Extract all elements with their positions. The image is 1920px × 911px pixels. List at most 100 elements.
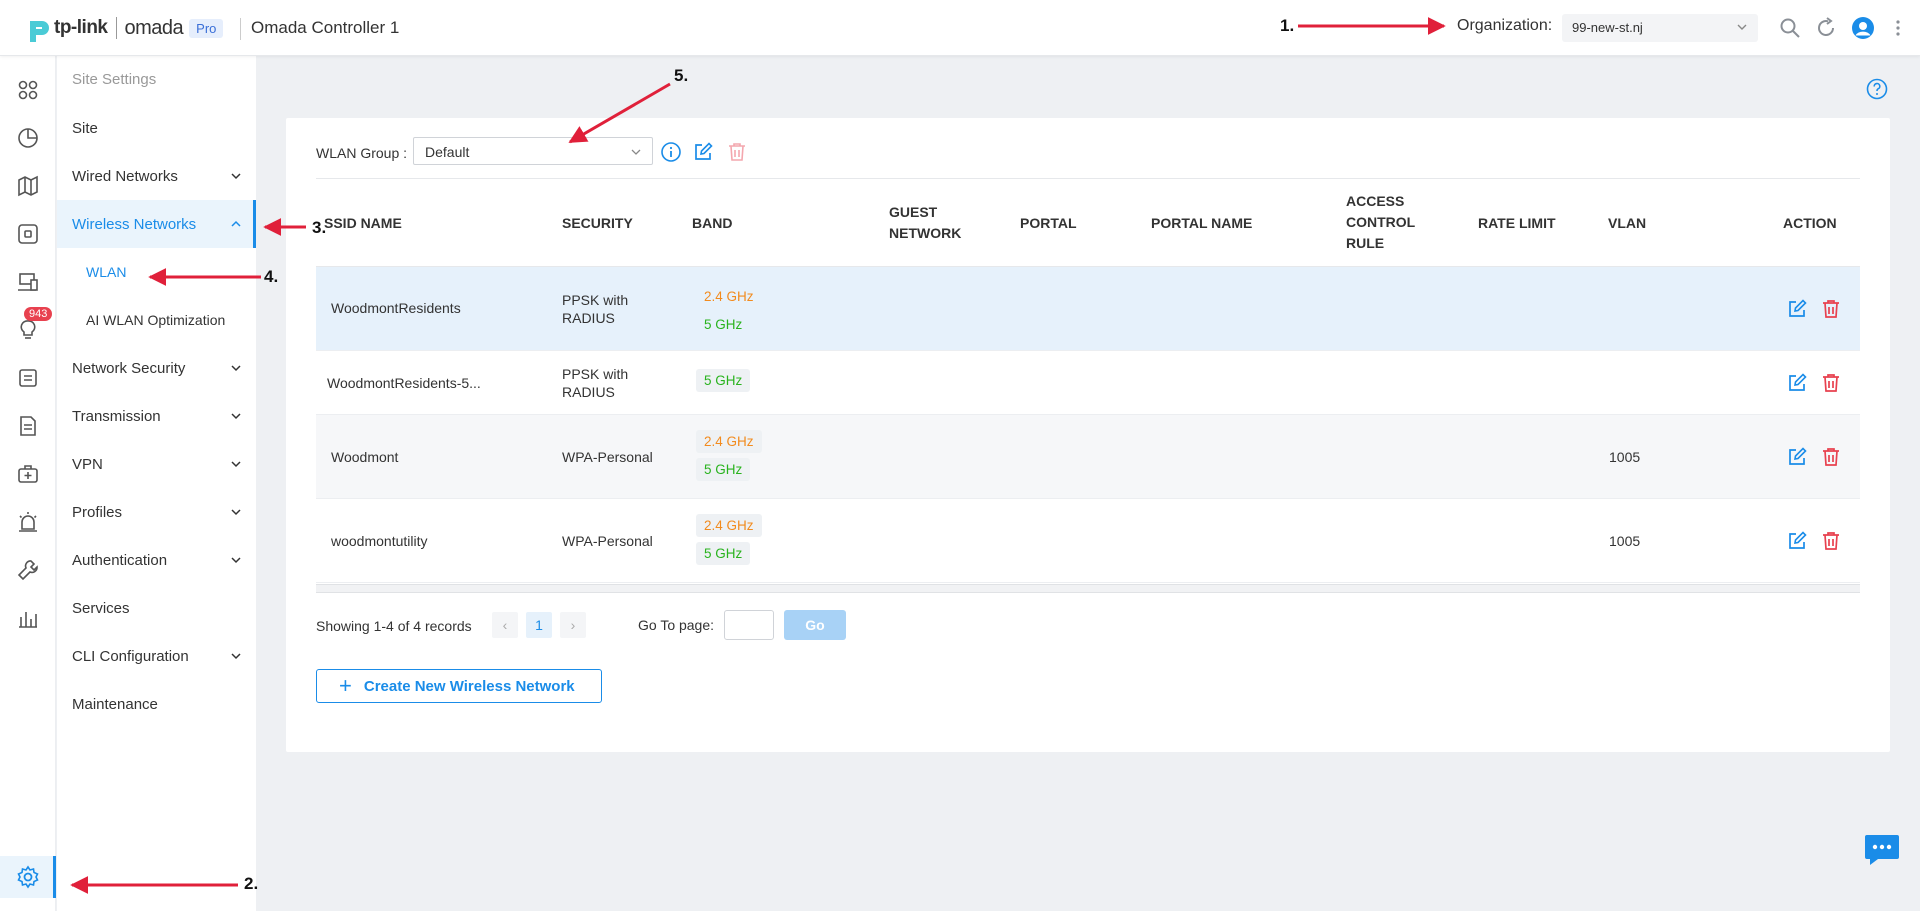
search-icon[interactable]: [1778, 16, 1802, 40]
menu-item-profiles[interactable]: Profiles: [57, 488, 256, 536]
insights-icon[interactable]: [16, 318, 40, 342]
vlan-cell: 1005: [1609, 533, 1641, 549]
delete-icon[interactable]: [1820, 530, 1842, 552]
chat-support-icon[interactable]: [1864, 833, 1900, 867]
col-guest-network[interactable]: GUEST NETWORK: [889, 202, 961, 244]
menu-item-cli-configuration[interactable]: CLI Configuration: [57, 632, 256, 680]
col-rate-limit[interactable]: RATE LIMIT: [1478, 213, 1556, 234]
organization-value: 99-new-st.nj: [1572, 20, 1643, 35]
chevron-down-icon: [231, 557, 241, 564]
edit-icon[interactable]: [1786, 530, 1808, 552]
user-avatar-icon[interactable]: [1851, 16, 1875, 40]
brand-name: tp-link: [54, 17, 108, 38]
header-line: ACCESS: [1346, 193, 1405, 209]
help-icon[interactable]: [1866, 78, 1888, 100]
menu-item-site[interactable]: Site: [57, 104, 256, 152]
col-vlan[interactable]: VLAN: [1608, 213, 1646, 234]
chevron-down-icon: [231, 509, 241, 516]
menu-item-maintenance[interactable]: Maintenance: [57, 680, 256, 728]
header-line: CONTROL: [1346, 214, 1416, 230]
wlan-group-select[interactable]: Default: [413, 137, 653, 165]
band-chip-5ghz: 5 GHz: [696, 542, 751, 565]
goto-page-input[interactable]: [724, 610, 774, 640]
create-wireless-network-button[interactable]: + Create New Wireless Network: [316, 669, 602, 703]
alerts-icon[interactable]: [16, 510, 40, 534]
col-band[interactable]: BAND: [692, 213, 732, 234]
table-row[interactable]: WoodmontResidents PPSK with RADIUS 2.4 GH…: [316, 267, 1860, 351]
next-page-button[interactable]: ›: [560, 612, 586, 638]
menu-item-vpn[interactable]: VPN: [57, 440, 256, 488]
horizontal-scrollbar[interactable]: [316, 584, 1860, 593]
menu-item-label: WLAN: [86, 264, 127, 280]
page-number-button[interactable]: 1: [526, 612, 552, 638]
statistics-icon[interactable]: [16, 126, 40, 150]
edition-badge: Pro: [189, 18, 224, 38]
edit-group-icon[interactable]: [692, 141, 714, 163]
logs-icon[interactable]: [16, 366, 40, 390]
security-line: RADIUS: [562, 384, 615, 400]
tp-link-logo: tp-link omada Pro: [20, 14, 224, 42]
delete-icon[interactable]: [1820, 298, 1842, 320]
security-cell: WPA-Personal: [562, 533, 653, 549]
clients-icon[interactable]: [16, 270, 40, 294]
ssid-cell: WoodmontResidents-5...: [327, 375, 481, 391]
delete-icon[interactable]: [1820, 372, 1842, 394]
menu-item-wired-networks[interactable]: Wired Networks: [57, 152, 256, 200]
menu-item-ai-wlan-optimization[interactable]: AI WLAN Optimization: [57, 296, 256, 344]
ssid-cell: WoodmontResidents: [331, 300, 461, 316]
menu-item-label: Maintenance: [72, 695, 158, 713]
dashboard-icon[interactable]: [16, 78, 40, 102]
table-row[interactable]: Woodmont WPA-Personal 2.4 GHz 5 GHz 1005: [316, 415, 1860, 499]
menu-item-label: Profiles: [72, 503, 123, 521]
delete-icon[interactable]: [1820, 446, 1842, 468]
refresh-icon[interactable]: [1814, 16, 1838, 40]
edit-icon[interactable]: [1786, 372, 1808, 394]
organization-label: Organization:: [1457, 17, 1553, 34]
reports-icon[interactable]: [16, 414, 40, 438]
menu-item-wireless-networks[interactable]: Wireless Networks: [57, 200, 256, 248]
go-button[interactable]: Go: [784, 610, 846, 640]
devices-icon[interactable]: [16, 222, 40, 246]
tools-icon[interactable]: [16, 558, 40, 582]
col-action: ACTION: [1783, 215, 1837, 231]
prev-page-button[interactable]: ‹: [492, 612, 518, 638]
col-access-control-rule[interactable]: ACCESS CONTROL RULE: [1346, 191, 1415, 254]
rail-active-bar: [53, 856, 56, 898]
delete-group-icon[interactable]: [726, 141, 748, 163]
wlan-group-label: WLAN Group :: [316, 145, 408, 161]
band-chip-2-4ghz: 2.4 GHz: [704, 289, 754, 304]
menu-item-services[interactable]: Services: [57, 584, 256, 632]
edit-icon[interactable]: [1786, 298, 1808, 320]
organization-select[interactable]: 99-new-st.nj: [1562, 14, 1758, 42]
menu-item-label: Services: [72, 599, 130, 617]
info-icon[interactable]: [660, 141, 682, 163]
chevron-down-icon: [231, 173, 241, 180]
chevron-down-icon: [631, 149, 641, 155]
menu-item-transmission[interactable]: Transmission: [57, 392, 256, 440]
logo-divider: [115, 17, 117, 39]
menu-item-network-security[interactable]: Network Security: [57, 344, 256, 392]
col-portal-name[interactable]: PORTAL NAME: [1151, 213, 1252, 234]
col-portal[interactable]: PORTAL: [1020, 213, 1077, 234]
col-security[interactable]: SECURITY: [562, 213, 633, 234]
col-ssid-name[interactable]: SSID NAME: [324, 213, 402, 234]
analytics-icon[interactable]: [16, 606, 40, 630]
annotation-label-1: 1.: [1280, 16, 1295, 35]
security-cell: PPSK with RADIUS: [562, 365, 628, 401]
settings-icon[interactable]: [16, 865, 40, 889]
edit-icon[interactable]: [1786, 446, 1808, 468]
ssid-cell: woodmontutility: [331, 533, 428, 549]
map-icon[interactable]: [16, 174, 40, 198]
more-vertical-icon[interactable]: [1886, 16, 1910, 40]
table-row[interactable]: woodmontutility WPA-Personal 2.4 GHz 5 G…: [316, 499, 1860, 583]
table-row[interactable]: WoodmontResidents-5... PPSK with RADIUS 5…: [316, 351, 1860, 415]
security-cell: WPA-Personal: [562, 449, 653, 465]
menu-item-wlan[interactable]: WLAN: [57, 248, 256, 296]
table-header: SSID NAME SECURITY BAND GUEST NETWORK POR…: [316, 178, 1860, 267]
annotation-label-3: 3.: [312, 218, 327, 237]
band-chip-5ghz: 5 GHz: [704, 317, 743, 332]
hotspot-icon[interactable]: [16, 462, 40, 486]
security-cell: PPSK with RADIUS: [562, 291, 628, 327]
menu-item-authentication[interactable]: Authentication: [57, 536, 256, 584]
records-summary: Showing 1-4 of 4 records: [316, 618, 472, 634]
